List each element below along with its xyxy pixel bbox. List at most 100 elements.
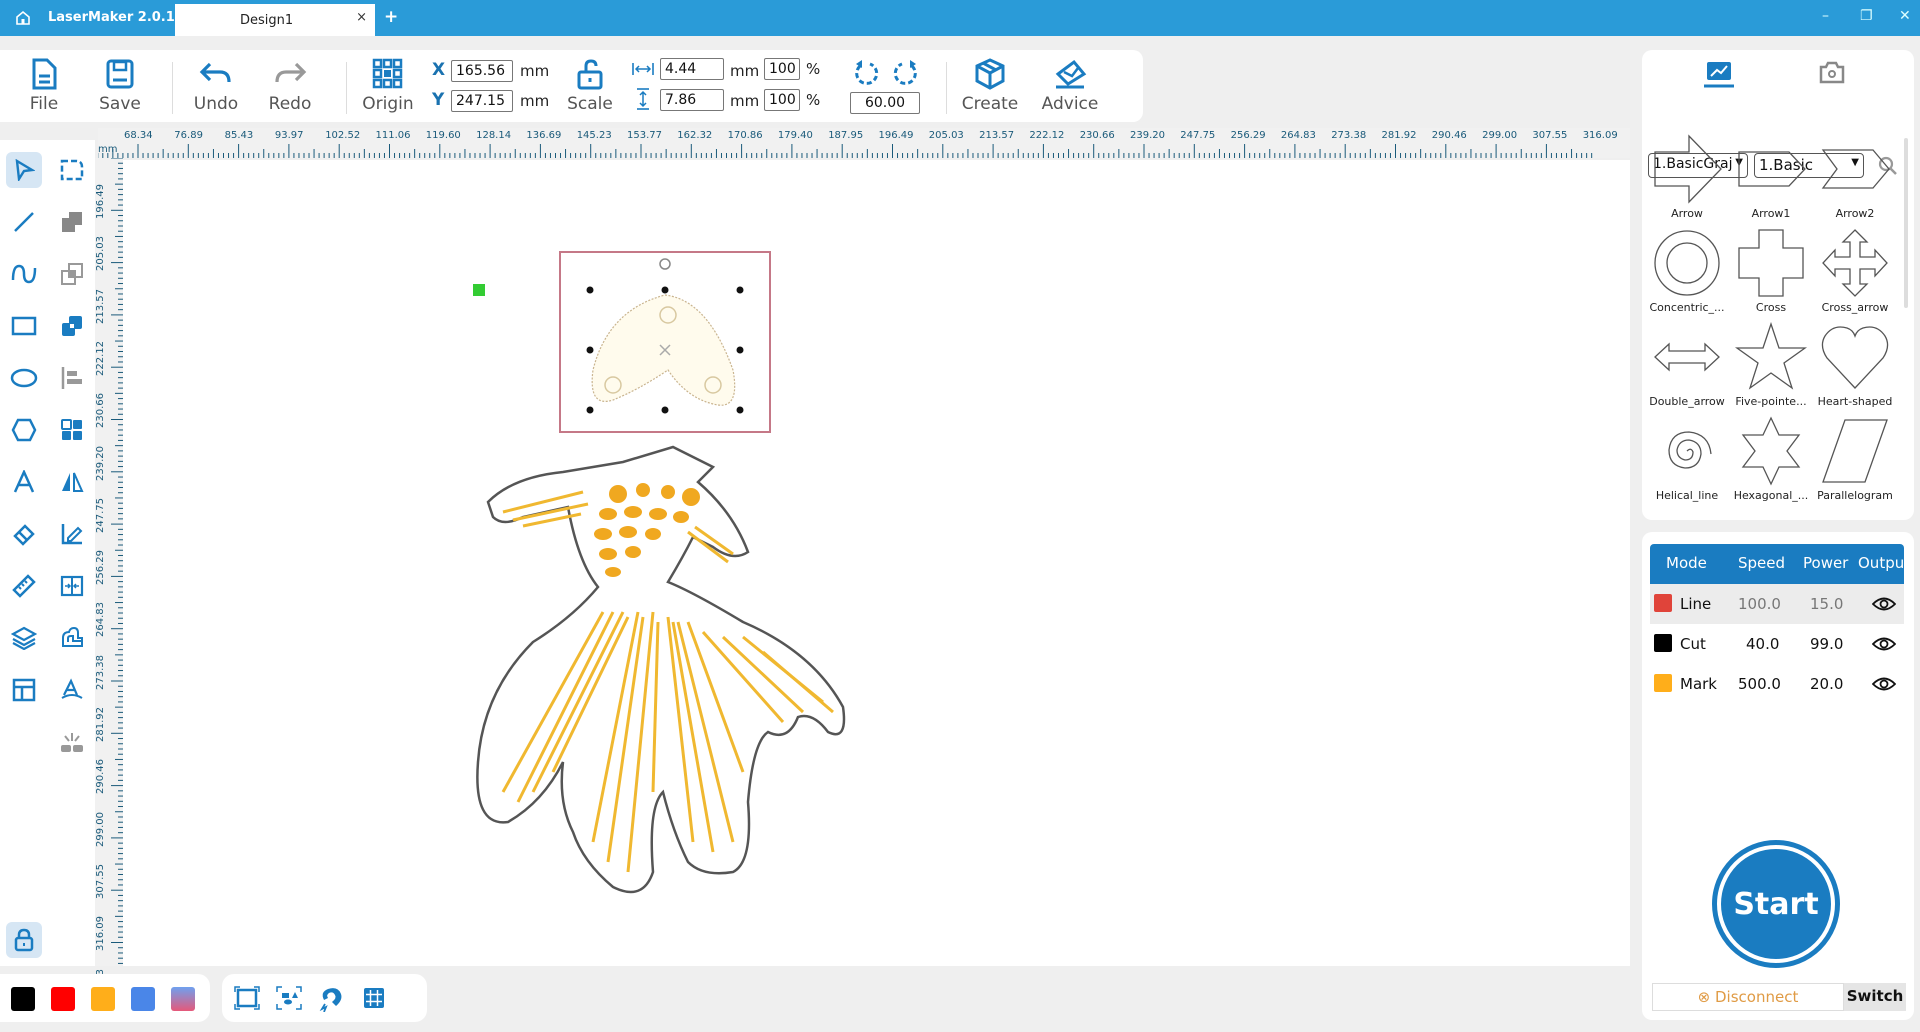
layer-mode: Line <box>1680 595 1712 613</box>
graphics-tab-icon[interactable] <box>1704 60 1734 88</box>
width-input[interactable] <box>660 58 724 80</box>
text-icon <box>13 470 35 493</box>
undo-button[interactable]: Undo <box>184 58 248 114</box>
layer-row-cut[interactable]: Cut 40.0 99.0 <box>1650 624 1904 664</box>
shape-helical-line[interactable]: Helical_line <box>1646 416 1728 502</box>
eye-icon[interactable] <box>1872 676 1896 692</box>
polygon-tool[interactable] <box>6 412 42 448</box>
layer-row-line[interactable]: Line 100.0 15.0 <box>1650 584 1904 624</box>
redo-button[interactable]: Redo <box>258 58 322 114</box>
close-button[interactable]: ✕ <box>1899 8 1911 24</box>
union-tool[interactable] <box>54 204 90 240</box>
divider <box>346 62 347 114</box>
save-button[interactable]: Save <box>88 58 152 114</box>
advice-button[interactable]: Advice <box>1038 58 1102 114</box>
shape-arrow2[interactable]: Arrow2 <box>1814 134 1896 220</box>
eye-icon[interactable] <box>1872 596 1896 612</box>
design-canvas[interactable] <box>123 160 1630 966</box>
fit-selection-icon[interactable] <box>276 986 302 1010</box>
swatch-black[interactable] <box>11 987 35 1011</box>
shape-hexagonal-star[interactable]: Hexagonal_... <box>1730 416 1812 502</box>
advice-label: Advice <box>1041 94 1099 114</box>
rotation-input[interactable] <box>850 92 920 114</box>
intersect-tool[interactable] <box>54 256 90 292</box>
curve-icon <box>11 264 37 284</box>
shape-heart[interactable]: Heart-shaped <box>1814 322 1896 408</box>
selected-object[interactable] <box>558 250 773 440</box>
switch-button[interactable]: Switch <box>1844 983 1906 1011</box>
new-tab-button[interactable]: + <box>384 7 398 27</box>
grid-toggle-icon[interactable] <box>362 986 386 1010</box>
width-icon <box>632 63 654 75</box>
shape-arrow[interactable]: Arrow <box>1646 134 1728 220</box>
x-position-input[interactable] <box>451 60 513 82</box>
origin-button[interactable]: Origin <box>356 58 420 114</box>
rotate-handle[interactable] <box>659 258 671 270</box>
offset-tool[interactable] <box>54 620 90 656</box>
text-tool[interactable] <box>6 464 42 500</box>
shape-five-pointed-star[interactable]: Five-pointe... <box>1730 322 1812 408</box>
line-tool[interactable] <box>6 204 42 240</box>
rotate-cw-icon[interactable] <box>892 58 920 88</box>
origin-label: Origin <box>362 94 414 114</box>
layer-speed: 40.0 <box>1746 635 1780 653</box>
lock-button[interactable] <box>6 922 42 958</box>
eye-icon[interactable] <box>1872 636 1896 652</box>
fit-page-icon[interactable] <box>234 986 260 1010</box>
camera-tab-icon[interactable] <box>1818 59 1846 85</box>
minimize-button[interactable]: – <box>1822 8 1829 24</box>
disconnect-button[interactable]: ⊗ Disconnect <box>1652 983 1844 1011</box>
height-percent-input[interactable] <box>764 89 800 111</box>
ruler-tool[interactable] <box>6 568 42 604</box>
layout-tool[interactable] <box>6 672 42 708</box>
layer-power: 20.0 <box>1810 675 1844 693</box>
fit-tool[interactable] <box>54 568 90 604</box>
path-text-tool[interactable] <box>54 672 90 708</box>
measure-edit-tool[interactable] <box>54 516 90 552</box>
shape-arrow1[interactable]: Arrow1 <box>1730 134 1812 220</box>
shapes-scrollbar[interactable] <box>1904 138 1908 308</box>
swatch-blue[interactable] <box>131 987 155 1011</box>
mirror-tool[interactable] <box>54 464 90 500</box>
file-button[interactable]: File <box>12 58 76 114</box>
combine-tool[interactable] <box>54 308 90 344</box>
shape-double-arrow[interactable]: Double_arrow <box>1646 322 1728 408</box>
tab-design1[interactable]: Design1 × <box>175 4 375 36</box>
rotate-ccw-icon[interactable] <box>852 58 880 88</box>
ellipse-tool[interactable] <box>6 360 42 396</box>
shape-parallelogram[interactable]: Parallelogram <box>1814 416 1896 502</box>
header-speed: Speed <box>1738 554 1786 572</box>
rectangle-tool[interactable] <box>6 308 42 344</box>
eraser-tool[interactable] <box>6 516 42 552</box>
scale-lock-button[interactable]: Scale <box>558 58 622 114</box>
shape-cross[interactable]: Cross <box>1730 228 1812 314</box>
y-position-input[interactable] <box>451 90 513 112</box>
layer-row-mark[interactable]: Mark 500.0 20.0 <box>1650 664 1904 704</box>
layer-color-swatch <box>1654 674 1672 692</box>
swatch-orange[interactable] <box>91 987 115 1011</box>
height-input[interactable] <box>660 89 724 111</box>
tab-close-icon[interactable]: × <box>356 10 367 25</box>
select-tool[interactable] <box>6 152 42 188</box>
ruler-icon <box>12 574 36 598</box>
layer-power: 99.0 <box>1810 635 1844 653</box>
create-button[interactable]: Create <box>958 58 1022 114</box>
laser-tool[interactable] <box>54 724 90 760</box>
node-edit-tool[interactable] <box>54 152 90 188</box>
swatch-gradient[interactable] <box>171 987 195 1011</box>
curve-tool[interactable] <box>6 256 42 292</box>
align-tool[interactable] <box>54 360 90 396</box>
shape-concentric[interactable]: Concentric_... <box>1646 228 1728 314</box>
start-button[interactable]: Start <box>1712 840 1840 968</box>
restore-button[interactable]: ❐ <box>1860 8 1873 24</box>
width-unit: mm <box>730 62 760 80</box>
shape-cross-arrow[interactable]: Cross_arrow <box>1814 228 1896 314</box>
layers-tool[interactable] <box>6 620 42 656</box>
array-tool[interactable] <box>54 412 90 448</box>
home-icon[interactable] <box>14 9 32 27</box>
magnet-snap-icon[interactable] <box>318 986 344 1012</box>
swatch-red[interactable] <box>51 987 75 1011</box>
goldfish-artwork[interactable] <box>463 442 963 932</box>
width-percent-input[interactable] <box>764 58 800 80</box>
undo-label: Undo <box>193 94 239 114</box>
